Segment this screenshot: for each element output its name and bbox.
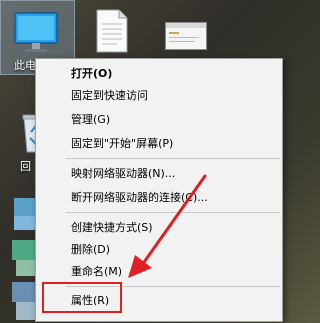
annotation-arrow-icon [128, 174, 207, 278]
